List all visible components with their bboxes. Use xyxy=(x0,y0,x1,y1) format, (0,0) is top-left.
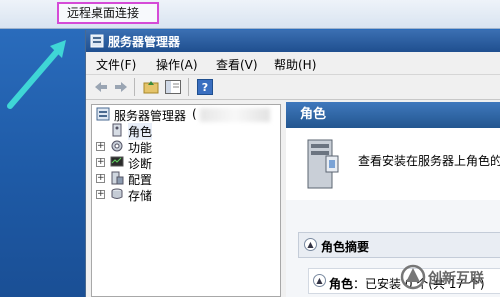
up-folder-icon[interactable] xyxy=(142,78,160,96)
navigation-tree: 服务器管理器 ( 角色 + 功能 + 诊断 + 配置 + 存储 xyxy=(91,104,281,297)
rdc-titlebar: 远程桌面连接 xyxy=(0,0,500,29)
content-header: 角色 xyxy=(286,102,500,128)
tree-item-label: 诊断 xyxy=(128,157,153,171)
tree-item-label: 功能 xyxy=(128,141,153,155)
remote-desktop-title[interactable]: 远程桌面连接 xyxy=(57,2,159,24)
window-titlebar: 服务器管理器 xyxy=(86,30,500,52)
toolbar-separator xyxy=(188,78,189,96)
redacted-server-name xyxy=(200,108,270,122)
pointer-arrow-icon xyxy=(7,40,66,109)
diagnostics-icon xyxy=(110,156,124,167)
server-icon xyxy=(307,139,339,189)
expand-icon[interactable]: + xyxy=(96,142,105,151)
tree-item-roles[interactable]: 角色 xyxy=(92,123,278,140)
configuration-icon xyxy=(111,171,124,185)
tree-root[interactable]: 服务器管理器 ( xyxy=(92,107,278,123)
watermark: 创新互联 xyxy=(400,262,500,292)
server-manager-icon xyxy=(90,34,104,48)
server-manager-icon xyxy=(96,107,110,121)
show-hide-tree-icon[interactable] xyxy=(164,78,182,96)
storage-icon xyxy=(111,188,123,199)
collapse-icon[interactable]: ▲ xyxy=(313,274,326,287)
tree-item-label: 存储 xyxy=(128,189,153,203)
menu-file[interactable]: 文件(F) xyxy=(96,56,136,73)
forward-icon[interactable] xyxy=(112,78,130,96)
tree-item-configuration[interactable]: + 配置 xyxy=(92,171,278,187)
watermark-logo-icon xyxy=(400,264,426,290)
menu-help[interactable]: 帮助(H) xyxy=(274,56,316,73)
tree-item-diagnostics[interactable]: + 诊断 xyxy=(92,155,278,171)
tree-item-storage[interactable]: + 存储 xyxy=(92,187,278,203)
toolbar-separator xyxy=(134,78,135,96)
tree-item-label: 配置 xyxy=(128,173,153,187)
tree-item-features[interactable]: + 功能 xyxy=(92,139,278,155)
menubar: 文件(F) 操作(A) 查看(V) 帮助(H) xyxy=(86,52,500,75)
expand-icon[interactable]: + xyxy=(96,174,105,183)
roles-summary-title: 角色摘要 xyxy=(321,240,370,254)
watermark-text: 创新互联 xyxy=(428,271,484,287)
roles-summary-section[interactable]: ▲ 角色摘要 xyxy=(298,232,500,258)
roles-icon xyxy=(112,123,122,137)
toolbar: ? xyxy=(86,75,500,100)
menu-action[interactable]: 操作(A) xyxy=(156,56,198,73)
expand-icon[interactable]: + xyxy=(96,190,105,199)
help-icon[interactable]: ? xyxy=(196,78,214,96)
tree-root-label: 服务器管理器 xyxy=(114,109,187,123)
tree-item-label: 角色 xyxy=(128,123,153,140)
collapse-icon[interactable]: ▲ xyxy=(304,238,317,251)
menu-view[interactable]: 查看(V) xyxy=(216,56,258,73)
server-manager-window: 服务器管理器 文件(F) 操作(A) 查看(V) 帮助(H) ? 服务器管理器 … xyxy=(85,30,500,297)
svg-text:?: ? xyxy=(202,81,208,94)
features-icon xyxy=(111,140,123,152)
back-icon[interactable] xyxy=(92,78,110,96)
roles-info-panel: 查看安装在服务器上角色的 xyxy=(286,128,500,200)
expand-icon[interactable]: + xyxy=(96,158,105,167)
roles-description: 查看安装在服务器上角色的 xyxy=(358,154,500,168)
window-title: 服务器管理器 xyxy=(108,35,181,49)
tree-root-suffix: ( xyxy=(192,107,197,121)
